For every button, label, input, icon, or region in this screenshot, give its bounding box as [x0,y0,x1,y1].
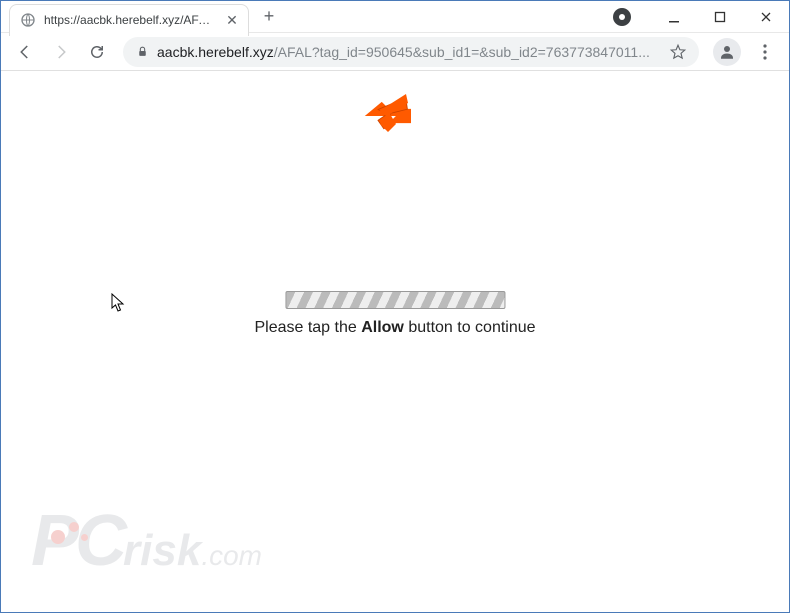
close-window-button[interactable] [743,1,789,33]
notification-bait-block: Please tap the Allow button to continue [254,291,535,337]
prompt-emphasis: Allow [361,319,404,336]
watermark-mid: risk [123,526,201,575]
lock-icon [135,45,149,59]
browser-toolbar: aacbk.herebelf.xyz/AFAL?tag_id=950645&su… [1,33,789,71]
window-controls [613,1,789,33]
mouse-cursor-icon [111,293,125,313]
maximize-button[interactable] [697,1,743,33]
forward-button[interactable] [45,36,77,68]
url-text: aacbk.herebelf.xyz/AFAL?tag_id=950645&su… [157,44,661,60]
annotation-arrow-icon [361,91,411,141]
fake-progress-bar [285,291,505,309]
watermark-suffix: .com [201,540,262,571]
address-bar[interactable]: aacbk.herebelf.xyz/AFAL?tag_id=950645&su… [123,37,699,67]
prompt-text: Please tap the Allow button to continue [254,319,535,337]
close-tab-button[interactable]: ✕ [224,12,240,28]
browser-window: https://aacbk.herebelf.xyz/AFAL?t ✕ + [0,0,790,613]
watermark-prefix: PC [31,500,123,582]
url-domain: aacbk.herebelf.xyz [157,44,274,60]
kebab-menu-button[interactable] [749,36,781,68]
new-tab-button[interactable]: + [255,3,283,31]
minimize-button[interactable] [651,1,697,33]
reload-button[interactable] [81,36,113,68]
back-button[interactable] [9,36,41,68]
incognito-indicator-icon [613,8,631,26]
titlebar: https://aacbk.herebelf.xyz/AFAL?t ✕ + [1,1,789,33]
profile-button[interactable] [713,38,741,66]
globe-icon [20,12,36,28]
bookmark-star-icon[interactable] [669,43,687,61]
prompt-prefix: Please tap the [254,319,361,336]
watermark-logo: PCrisk.com [31,500,262,582]
url-path: /AFAL?tag_id=950645&sub_id1=&sub_id2=763… [274,44,650,60]
prompt-suffix: button to continue [404,319,536,336]
tab-title: https://aacbk.herebelf.xyz/AFAL?t [44,13,216,27]
browser-tab[interactable]: https://aacbk.herebelf.xyz/AFAL?t ✕ [9,4,249,36]
page-content: Please tap the Allow button to continue … [1,71,789,612]
